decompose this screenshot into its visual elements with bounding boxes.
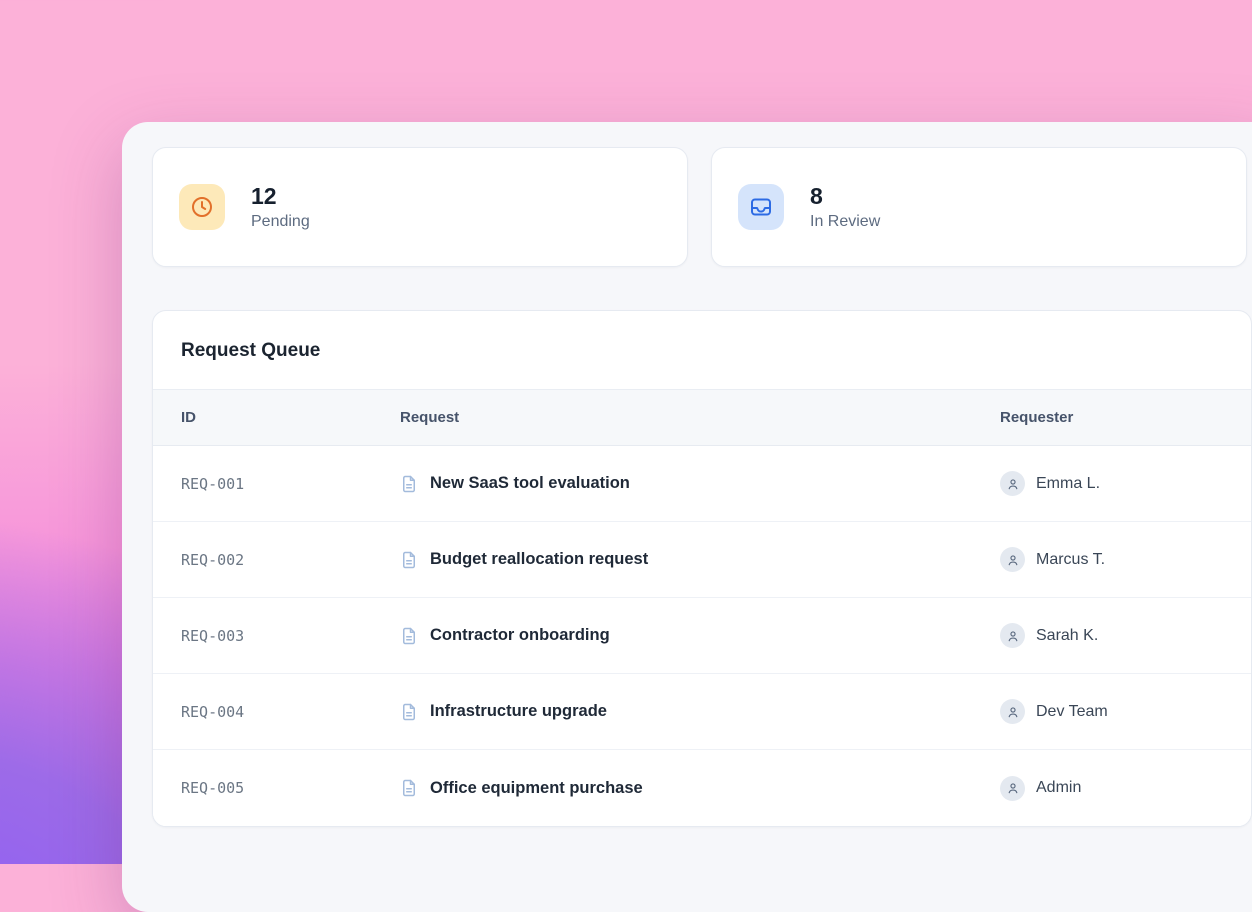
request-title: Office equipment purchase <box>430 779 643 798</box>
table-row[interactable]: REQ-005 Office equipment purchase Admin <box>153 750 1251 826</box>
requester-name: Sarah K. <box>1036 627 1098 645</box>
table-row[interactable]: REQ-003 Contractor onboarding Sarah K. <box>153 598 1251 674</box>
request-queue-card: Request Queue ID Request Requester REQ-0… <box>152 310 1252 827</box>
stats-row: 12 Pending 8 In Review <box>152 147 1252 267</box>
requester-avatar <box>1000 471 1025 496</box>
stat-card-in-review: 8 In Review <box>711 147 1247 267</box>
table-row[interactable]: REQ-001 New SaaS tool evaluation Emma L. <box>153 446 1251 522</box>
request-id: REQ-002 <box>181 551 400 569</box>
requester-name: Dev Team <box>1036 703 1108 721</box>
file-icon <box>400 551 418 569</box>
in-review-count: 8 <box>810 183 880 209</box>
dashboard-panel: 12 Pending 8 In Review Request Queue ID … <box>122 122 1252 912</box>
pending-label: Pending <box>251 213 310 231</box>
requester-avatar <box>1000 547 1025 572</box>
request-id: REQ-001 <box>181 475 400 493</box>
inbox-icon <box>738 184 784 230</box>
file-icon <box>400 627 418 645</box>
column-header-requester: Requester <box>1000 409 1223 426</box>
in-review-label: In Review <box>810 213 880 231</box>
clock-icon <box>179 184 225 230</box>
requester-avatar <box>1000 623 1025 648</box>
table-row[interactable]: REQ-004 Infrastructure upgrade Dev Team <box>153 674 1251 750</box>
request-id: REQ-003 <box>181 627 400 645</box>
request-title: Infrastructure upgrade <box>430 702 607 721</box>
request-title: Contractor onboarding <box>430 626 610 645</box>
table-row[interactable]: REQ-002 Budget reallocation request Marc… <box>153 522 1251 598</box>
requester-avatar <box>1000 699 1025 724</box>
request-id: REQ-005 <box>181 779 400 797</box>
requester-avatar <box>1000 776 1025 801</box>
column-header-request: Request <box>400 409 1000 426</box>
request-title: New SaaS tool evaluation <box>430 474 630 493</box>
requester-name: Admin <box>1036 779 1081 797</box>
pending-count: 12 <box>251 183 310 209</box>
table-title-row: Request Queue <box>153 311 1251 390</box>
table-header-row: ID Request Requester <box>153 390 1251 446</box>
request-id: REQ-004 <box>181 703 400 721</box>
file-icon <box>400 779 418 797</box>
table-title: Request Queue <box>181 340 320 361</box>
requester-name: Emma L. <box>1036 475 1100 493</box>
stat-card-pending: 12 Pending <box>152 147 688 267</box>
request-title: Budget reallocation request <box>430 550 648 569</box>
file-icon <box>400 703 418 721</box>
column-header-id: ID <box>181 409 400 426</box>
file-icon <box>400 475 418 493</box>
requester-name: Marcus T. <box>1036 551 1105 569</box>
